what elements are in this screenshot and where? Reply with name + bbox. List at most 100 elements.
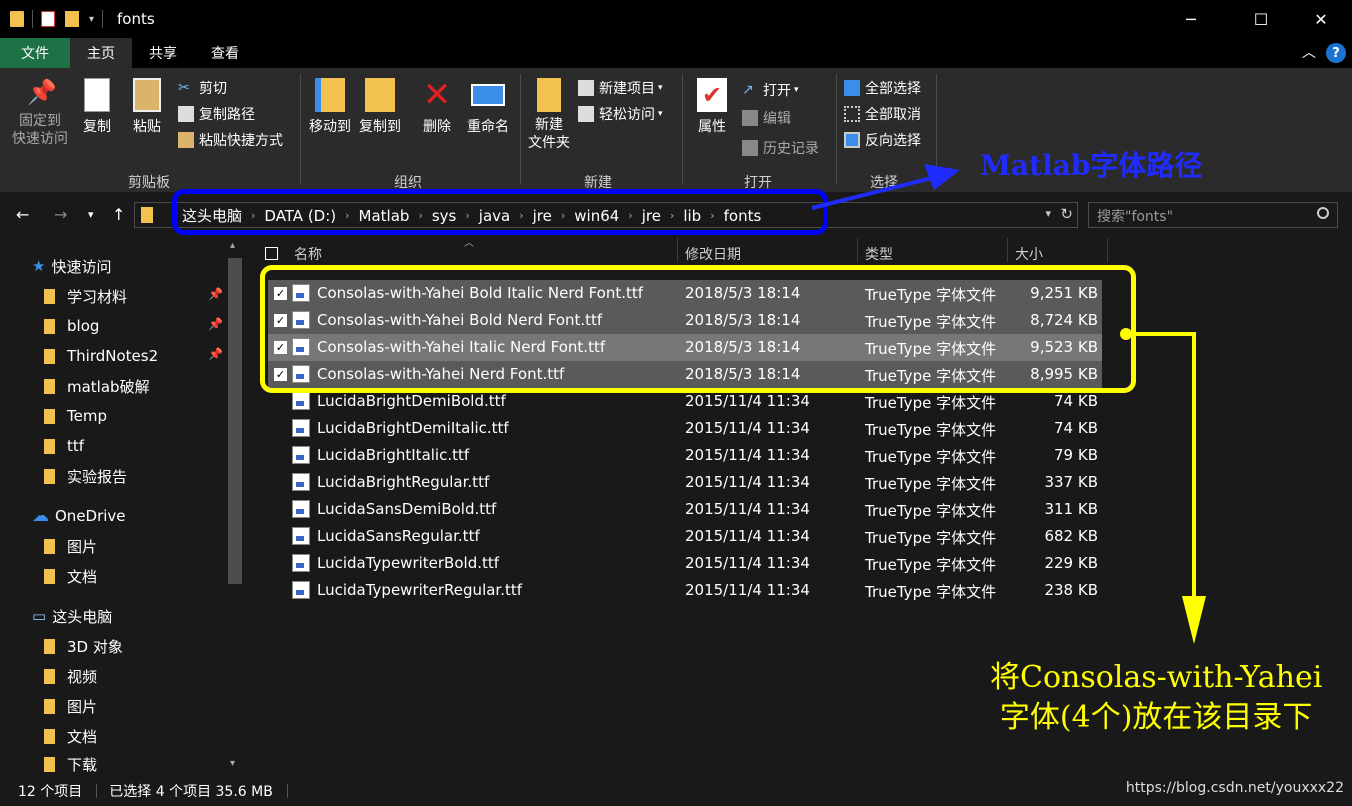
nav-item[interactable]: 视频 [44,662,97,690]
nav-item[interactable]: Temp [44,402,107,430]
cut-button[interactable]: ✂ 剪切 [178,78,227,98]
copy-to-button[interactable]: 复制到 [356,78,404,136]
new-folder-quick-icon[interactable] [65,11,79,27]
select-none-button[interactable]: 全部取消 [844,104,921,124]
file-row[interactable]: LucidaBrightItalic.ttf 2015/11/4 11:34 Tru… [268,442,1102,469]
column-header-size[interactable]: 大小 [1015,244,1043,264]
file-type: TrueType 字体文件 [865,529,997,547]
copy-icon [84,78,110,112]
paste-shortcut-label: 粘贴快捷方式 [199,133,283,149]
tab-view[interactable]: 查看 [194,38,256,68]
nav-item[interactable]: 图片 [44,532,97,560]
paste-shortcut-button[interactable]: 粘贴快捷方式 [178,130,283,150]
up-arrow-icon[interactable]: ↑ [112,205,125,224]
file-size: 79 KB [1054,446,1098,464]
file-size: 229 KB [1044,554,1098,572]
new-folder-button[interactable]: 新建 文件夹 [524,78,574,152]
open-icon: ↗ [742,82,754,98]
nav-item[interactable]: 文档 [44,562,97,590]
nav-item-label: blog [67,317,100,335]
forward-arrow-icon[interactable]: → [54,205,67,224]
file-type: TrueType 字体文件 [865,448,997,466]
nav-item[interactable]: blog [44,312,99,340]
scroll-down-icon[interactable]: ▾ [230,758,235,769]
tab-file[interactable]: 文件 [0,38,70,68]
file-row[interactable]: LucidaTypewriterRegular.ttf 2015/11/4 11:… [268,577,1102,604]
edit-button[interactable]: 编辑 [742,108,791,128]
rename-button[interactable]: 重命名 [462,78,514,136]
address-history-chevron-icon[interactable]: ▾ [1045,207,1051,220]
delete-button[interactable]: ✕ 删除 [418,78,456,136]
navigation-pane: ★ 快速访问 学习材料 📌 blog 📌 ThirdNotes2 📌 matlab破解 Temp t… [0,238,246,776]
refresh-icon[interactable]: ↻ [1060,205,1073,223]
file-size: 74 KB [1054,392,1098,410]
nav-scrollbar[interactable] [228,258,242,584]
select-all-checkbox[interactable] [265,247,278,260]
file-row[interactable]: LucidaSansDemiBold.ttf 2015/11/4 11:34 Tru… [268,496,1102,523]
column-header-type[interactable]: 类型 [865,244,893,264]
select-all-button[interactable]: 全部选择 [844,78,921,98]
properties-quick-icon[interactable] [41,11,55,27]
copy-path-button[interactable]: 复制路径 [178,104,255,124]
file-name: LucidaBrightItalic.ttf [317,446,470,464]
nav-item[interactable]: 学习材料 [44,282,127,310]
properties-button[interactable]: ✔ 属性 [692,78,732,136]
pin-icon: 📌 [208,347,223,361]
computer-icon: ▭ [32,607,47,625]
folder-icon [44,468,55,484]
file-date: 2015/11/4 11:34 [685,419,810,437]
nav-item[interactable]: matlab破解 [44,372,150,400]
paste-button[interactable]: 粘贴 [128,78,166,136]
collapse-ribbon-icon[interactable]: ︿ [1302,42,1316,62]
tab-home[interactable]: 主页 [70,38,132,68]
nav-item[interactable]: ★ 快速访问 [32,252,111,280]
open-button[interactable]: ↗ 打开 ▾ [742,80,799,100]
nav-item[interactable]: 图片 [44,692,97,720]
nav-item[interactable]: ☁ OneDrive [32,502,126,530]
yellow-arrowhead [1182,596,1206,644]
new-item-button[interactable]: 新建项目 ▾ [578,78,663,98]
quick-access-dropdown-icon[interactable]: ▾ [89,14,94,25]
rename-icon [471,84,505,106]
nav-item[interactable]: 实验报告 [44,462,127,490]
help-icon[interactable]: ? [1326,43,1346,63]
nav-item[interactable]: 文档 [44,722,97,750]
divider [682,74,683,184]
select-all-icon [844,80,860,96]
nav-item[interactable]: ThirdNotes2 [44,342,158,370]
file-row[interactable]: LucidaBrightRegular.ttf 2015/11/4 11:34 Tr… [268,469,1102,496]
divider [1007,238,1008,262]
file-row[interactable]: LucidaTypewriterBold.ttf 2015/11/4 11:34 T… [268,550,1102,577]
move-to-icon [315,78,345,112]
back-arrow-icon[interactable]: ← [16,205,29,224]
maximize-button[interactable]: ☐ [1238,0,1284,38]
nav-item[interactable]: ▭ 这头电脑 [32,602,112,630]
nav-item[interactable]: 3D 对象 [44,632,123,660]
file-size: 74 KB [1054,419,1098,437]
file-row[interactable]: LucidaBrightDemiItalic.ttf 2015/11/4 11:3… [268,415,1102,442]
minimize-button[interactable]: ─ [1168,0,1214,38]
font-file-icon [292,554,310,572]
scroll-up-icon[interactable]: ▴ [230,240,235,251]
close-button[interactable]: ✕ [1298,0,1344,38]
path-highlight-box [172,189,828,235]
title-bar: ▾ fonts ─ ☐ ✕ [0,0,1352,38]
column-header-name[interactable]: 名称 [294,244,322,264]
recent-locations-chevron-icon[interactable]: ▾ [88,208,94,221]
folder-icon [44,668,55,684]
pin-to-quick-access-button[interactable]: 📌 固定到 快速访问 [8,78,72,148]
file-row[interactable]: LucidaSansRegular.ttf 2015/11/4 11:34 True… [268,523,1102,550]
easy-access-button[interactable]: 轻松访问 ▾ [578,104,663,124]
divider [836,74,837,184]
nav-item[interactable]: ttf [44,432,84,460]
history-button[interactable]: 历史记录 [742,138,819,158]
invert-selection-button[interactable]: 反向选择 [844,130,921,150]
nav-item[interactable]: 下载 [44,750,97,778]
tab-share[interactable]: 共享 [132,38,194,68]
search-input[interactable]: 搜索"fonts" [1088,202,1338,228]
copy-button[interactable]: 复制 [78,78,116,136]
move-to-button[interactable]: 移动到 [306,78,354,136]
edit-label: 编辑 [763,111,791,127]
column-header-date[interactable]: 修改日期 [685,244,741,264]
selection-info: 已选择 4 个项目 35.6 MB [109,784,273,800]
